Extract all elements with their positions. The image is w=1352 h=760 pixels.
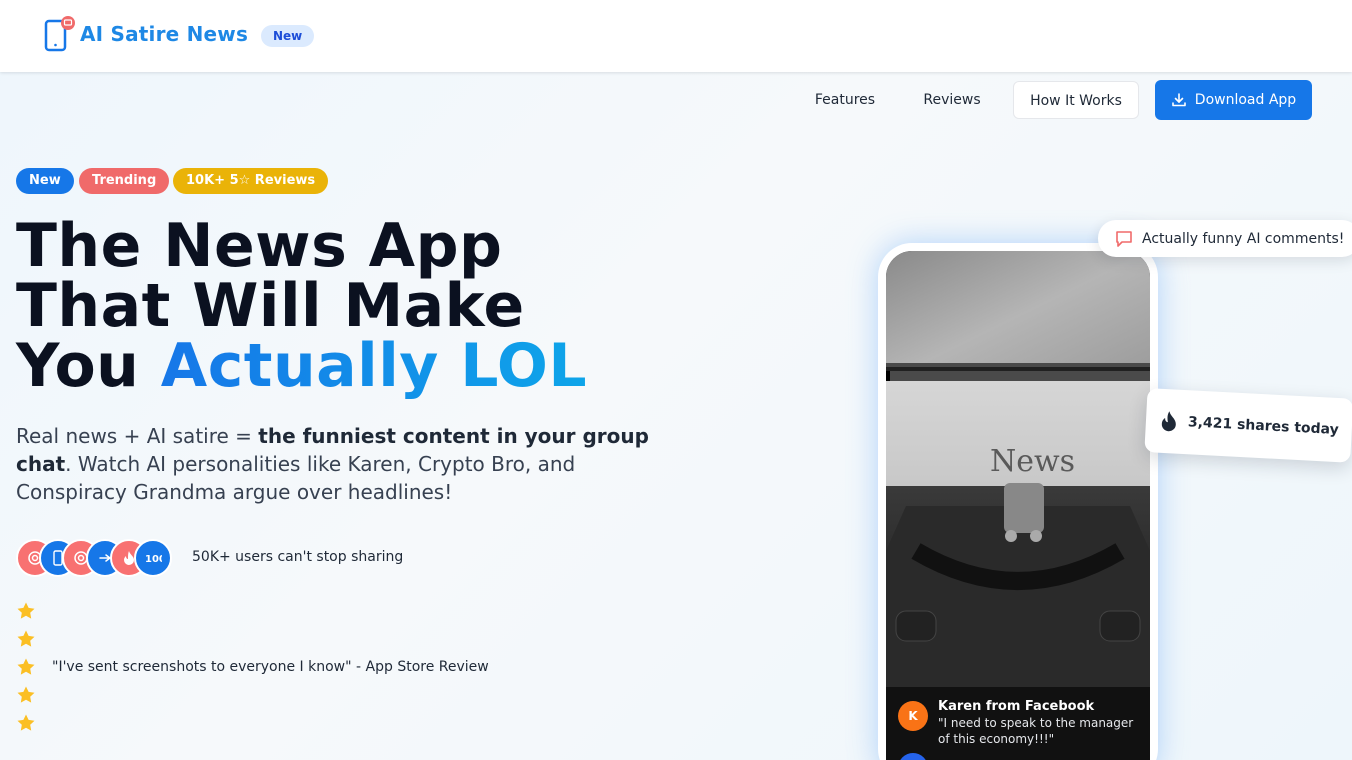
download-app-label: Download App	[1194, 92, 1297, 108]
site-header: AI Satire News New	[0, 0, 1352, 72]
headline-line-3: You	[16, 331, 161, 401]
tag-new: New	[16, 168, 74, 194]
commenter-avatar: K	[898, 701, 928, 731]
phone-notification-icon[interactable]	[44, 16, 76, 52]
review-quote: "I've sent screenshots to everyone I kno…	[52, 659, 489, 675]
subhead-rest: . Watch AI personalities like Karen, Cry…	[16, 452, 576, 504]
headline-accent: Actually LOL	[160, 331, 588, 401]
nav-reviews[interactable]: Reviews	[910, 81, 994, 119]
new-badge: New	[261, 25, 315, 47]
ai-comments-badge: Actually funny AI comments!	[1098, 220, 1352, 257]
tag-reviews: 10K+ 5☆ Reviews	[173, 168, 329, 194]
subhead-intro: Real news + AI satire =	[16, 424, 259, 448]
phone-mockup: News K Karen from Facebook "I need to sp…	[878, 243, 1158, 760]
commenter-name: Karen from Facebook	[938, 699, 1095, 714]
logo-text[interactable]: AI Satire News	[80, 22, 248, 46]
ai-comments-text: Actually funny AI comments!	[1142, 230, 1345, 247]
commenter-avatar-2	[898, 753, 928, 760]
hero-subheading: Real news + AI satire = the funniest con…	[16, 422, 676, 506]
nav-how-it-works[interactable]: How It Works	[1013, 81, 1139, 119]
rating-stars	[16, 601, 38, 741]
star-icon	[17, 630, 35, 647]
user-avatars: 100	[16, 539, 176, 577]
shares-today-badge: 3,421 shares today	[1144, 388, 1352, 463]
hundred-icon: 100	[134, 539, 172, 577]
star-icon	[17, 686, 35, 703]
hero-headline: The News App That Will Make You Actually…	[16, 216, 716, 396]
download-app-button[interactable]: Download App	[1155, 80, 1312, 120]
star-icon	[17, 658, 35, 675]
users-count-text: 50K+ users can't stop sharing	[192, 549, 404, 565]
svg-text:100: 100	[145, 554, 162, 565]
typewriter-image: News	[886, 251, 1150, 687]
comment-text: "I need to speak to the manager of this …	[938, 716, 1134, 746]
nav-features[interactable]: Features	[800, 81, 890, 119]
star-icon	[17, 714, 35, 731]
svg-text:News: News	[990, 444, 1075, 479]
fire-icon	[1161, 411, 1176, 432]
phone-screen: News K Karen from Facebook "I need to sp…	[886, 251, 1150, 760]
ai-comment-panel: K Karen from Facebook "I need to speak t…	[886, 687, 1150, 760]
shares-today-text: 3,421 shares today	[1187, 414, 1340, 439]
tag-trending: Trending	[79, 168, 170, 194]
chat-bubble-icon	[1116, 230, 1132, 247]
star-icon	[17, 602, 35, 619]
download-icon	[1171, 93, 1186, 107]
